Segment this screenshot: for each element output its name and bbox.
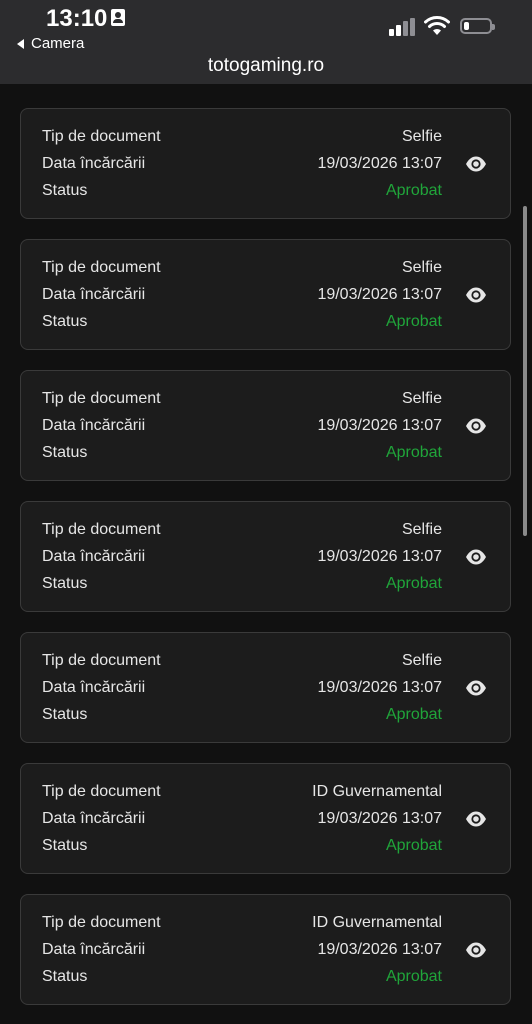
status-value: Aprobat	[385, 837, 442, 854]
document-type-value: Selfie	[401, 521, 442, 538]
back-arrow-icon	[17, 38, 24, 49]
document-field-row: Status Aprobat	[42, 837, 442, 859]
document-card: Tip de document Selfie Data încărcării 19/0…	[20, 239, 511, 350]
document-field-row: Tip de document Selfie	[42, 521, 442, 543]
document-field-row: Tip de document Selfie	[42, 259, 442, 281]
document-field-row: Status Aprobat	[42, 182, 442, 204]
document-card: Tip de document ID Guvernamental Data încă…	[20, 763, 511, 874]
upload-date-value: 19/03/2026 13:07	[317, 941, 442, 958]
document-field-row: Tip de document ID Guvernamental	[42, 914, 442, 936]
document-field-row: Status Aprobat	[42, 575, 442, 597]
status-label: Status	[42, 968, 88, 985]
document-field-row: Data încărcării 19/03/2026 13:07	[42, 679, 442, 701]
eye-icon[interactable]	[465, 284, 487, 306]
document-card: Tip de document ID Guvernamental Data încă…	[20, 894, 511, 1005]
document-field-row: Tip de document ID Guvernamental	[42, 783, 442, 805]
cellular-signal-icon	[389, 18, 415, 36]
document-field-row: Tip de document Selfie	[42, 390, 442, 412]
status-value: Aprobat	[385, 968, 442, 985]
status-label: Status	[42, 182, 88, 199]
wifi-icon	[424, 16, 450, 35]
eye-icon[interactable]	[465, 415, 487, 437]
status-value: Aprobat	[385, 575, 442, 592]
document-card: Tip de document Selfie Data încărcării 19/0…	[20, 108, 511, 219]
eye-icon[interactable]	[465, 546, 487, 568]
status-value: Aprobat	[385, 444, 442, 461]
upload-date-value: 19/03/2026 13:07	[317, 286, 442, 303]
document-field-row: Data încărcării 19/03/2026 13:07	[42, 548, 442, 570]
upload-date-label: Data încărcării	[42, 679, 146, 696]
address-bar-url[interactable]: totogaming.ro	[0, 55, 532, 77]
document-field-row: Data încărcării 19/03/2026 13:07	[42, 417, 442, 439]
document-field-row: Data încărcării 19/03/2026 13:07	[42, 155, 442, 177]
clock-time: 13:10	[46, 5, 108, 32]
status-label: Status	[42, 313, 88, 330]
upload-date-label: Data încărcării	[42, 417, 146, 434]
browser-status-bar: 13:10 Camera totogaming.ro	[0, 0, 532, 84]
upload-date-value: 19/03/2026 13:07	[317, 679, 442, 696]
upload-date-label: Data încărcării	[42, 941, 146, 958]
document-field-row: Data încărcării 19/03/2026 13:07	[42, 941, 442, 963]
document-card: Tip de document Selfie Data încărcării 19/0…	[20, 370, 511, 481]
status-label: Status	[42, 444, 88, 461]
document-field-row: Data încărcării 19/03/2026 13:07	[42, 286, 442, 308]
upload-date-label: Data încărcării	[42, 155, 146, 172]
status-value: Aprobat	[385, 182, 442, 199]
document-field-row: Tip de document Selfie	[42, 652, 442, 674]
document-type-label: Tip de document	[42, 652, 161, 669]
battery-icon	[460, 18, 495, 34]
upload-date-value: 19/03/2026 13:07	[317, 548, 442, 565]
document-field-row: Status Aprobat	[42, 706, 442, 728]
upload-date-value: 19/03/2026 13:07	[317, 417, 442, 434]
status-label: Status	[42, 575, 88, 592]
status-label: Status	[42, 706, 88, 723]
document-field-row: Tip de document Selfie	[42, 128, 442, 150]
document-type-value: Selfie	[401, 390, 442, 407]
upload-date-label: Data încărcării	[42, 810, 146, 827]
document-field-row: Status Aprobat	[42, 444, 442, 466]
document-type-value: Selfie	[401, 128, 442, 145]
eye-icon[interactable]	[465, 153, 487, 175]
contact-card-icon	[111, 9, 125, 26]
document-type-label: Tip de document	[42, 128, 161, 145]
documents-list: Tip de document Selfie Data încărcării 19/0…	[0, 84, 532, 1024]
status-value: Aprobat	[385, 706, 442, 723]
document-type-label: Tip de document	[42, 521, 161, 538]
document-type-value: ID Guvernamental	[312, 783, 442, 800]
document-type-label: Tip de document	[42, 914, 161, 931]
scrollbar[interactable]	[523, 206, 527, 536]
back-label: Camera	[31, 35, 85, 52]
document-type-label: Tip de document	[42, 259, 161, 276]
eye-icon[interactable]	[465, 808, 487, 830]
status-value: Aprobat	[385, 313, 442, 330]
document-type-label: Tip de document	[42, 783, 161, 800]
document-type-value: Selfie	[401, 652, 442, 669]
document-type-value: ID Guvernamental	[312, 914, 442, 931]
upload-date-label: Data încărcării	[42, 548, 146, 565]
upload-date-value: 19/03/2026 13:07	[317, 810, 442, 827]
document-field-row: Data încărcării 19/03/2026 13:07	[42, 810, 442, 832]
document-card: Tip de document Selfie Data încărcării 19/0…	[20, 501, 511, 612]
document-type-value: Selfie	[401, 259, 442, 276]
upload-date-value: 19/03/2026 13:07	[317, 155, 442, 172]
upload-date-label: Data încărcării	[42, 286, 146, 303]
document-card: Tip de document Selfie Data încărcării 19/0…	[20, 632, 511, 743]
status-label: Status	[42, 837, 88, 854]
eye-icon[interactable]	[465, 677, 487, 699]
back-to-camera-link[interactable]: Camera	[17, 35, 84, 52]
battery-level-fill	[464, 22, 469, 30]
eye-icon[interactable]	[465, 939, 487, 961]
document-type-label: Tip de document	[42, 390, 161, 407]
document-field-row: Status Aprobat	[42, 313, 442, 335]
document-field-row: Status Aprobat	[42, 968, 442, 990]
